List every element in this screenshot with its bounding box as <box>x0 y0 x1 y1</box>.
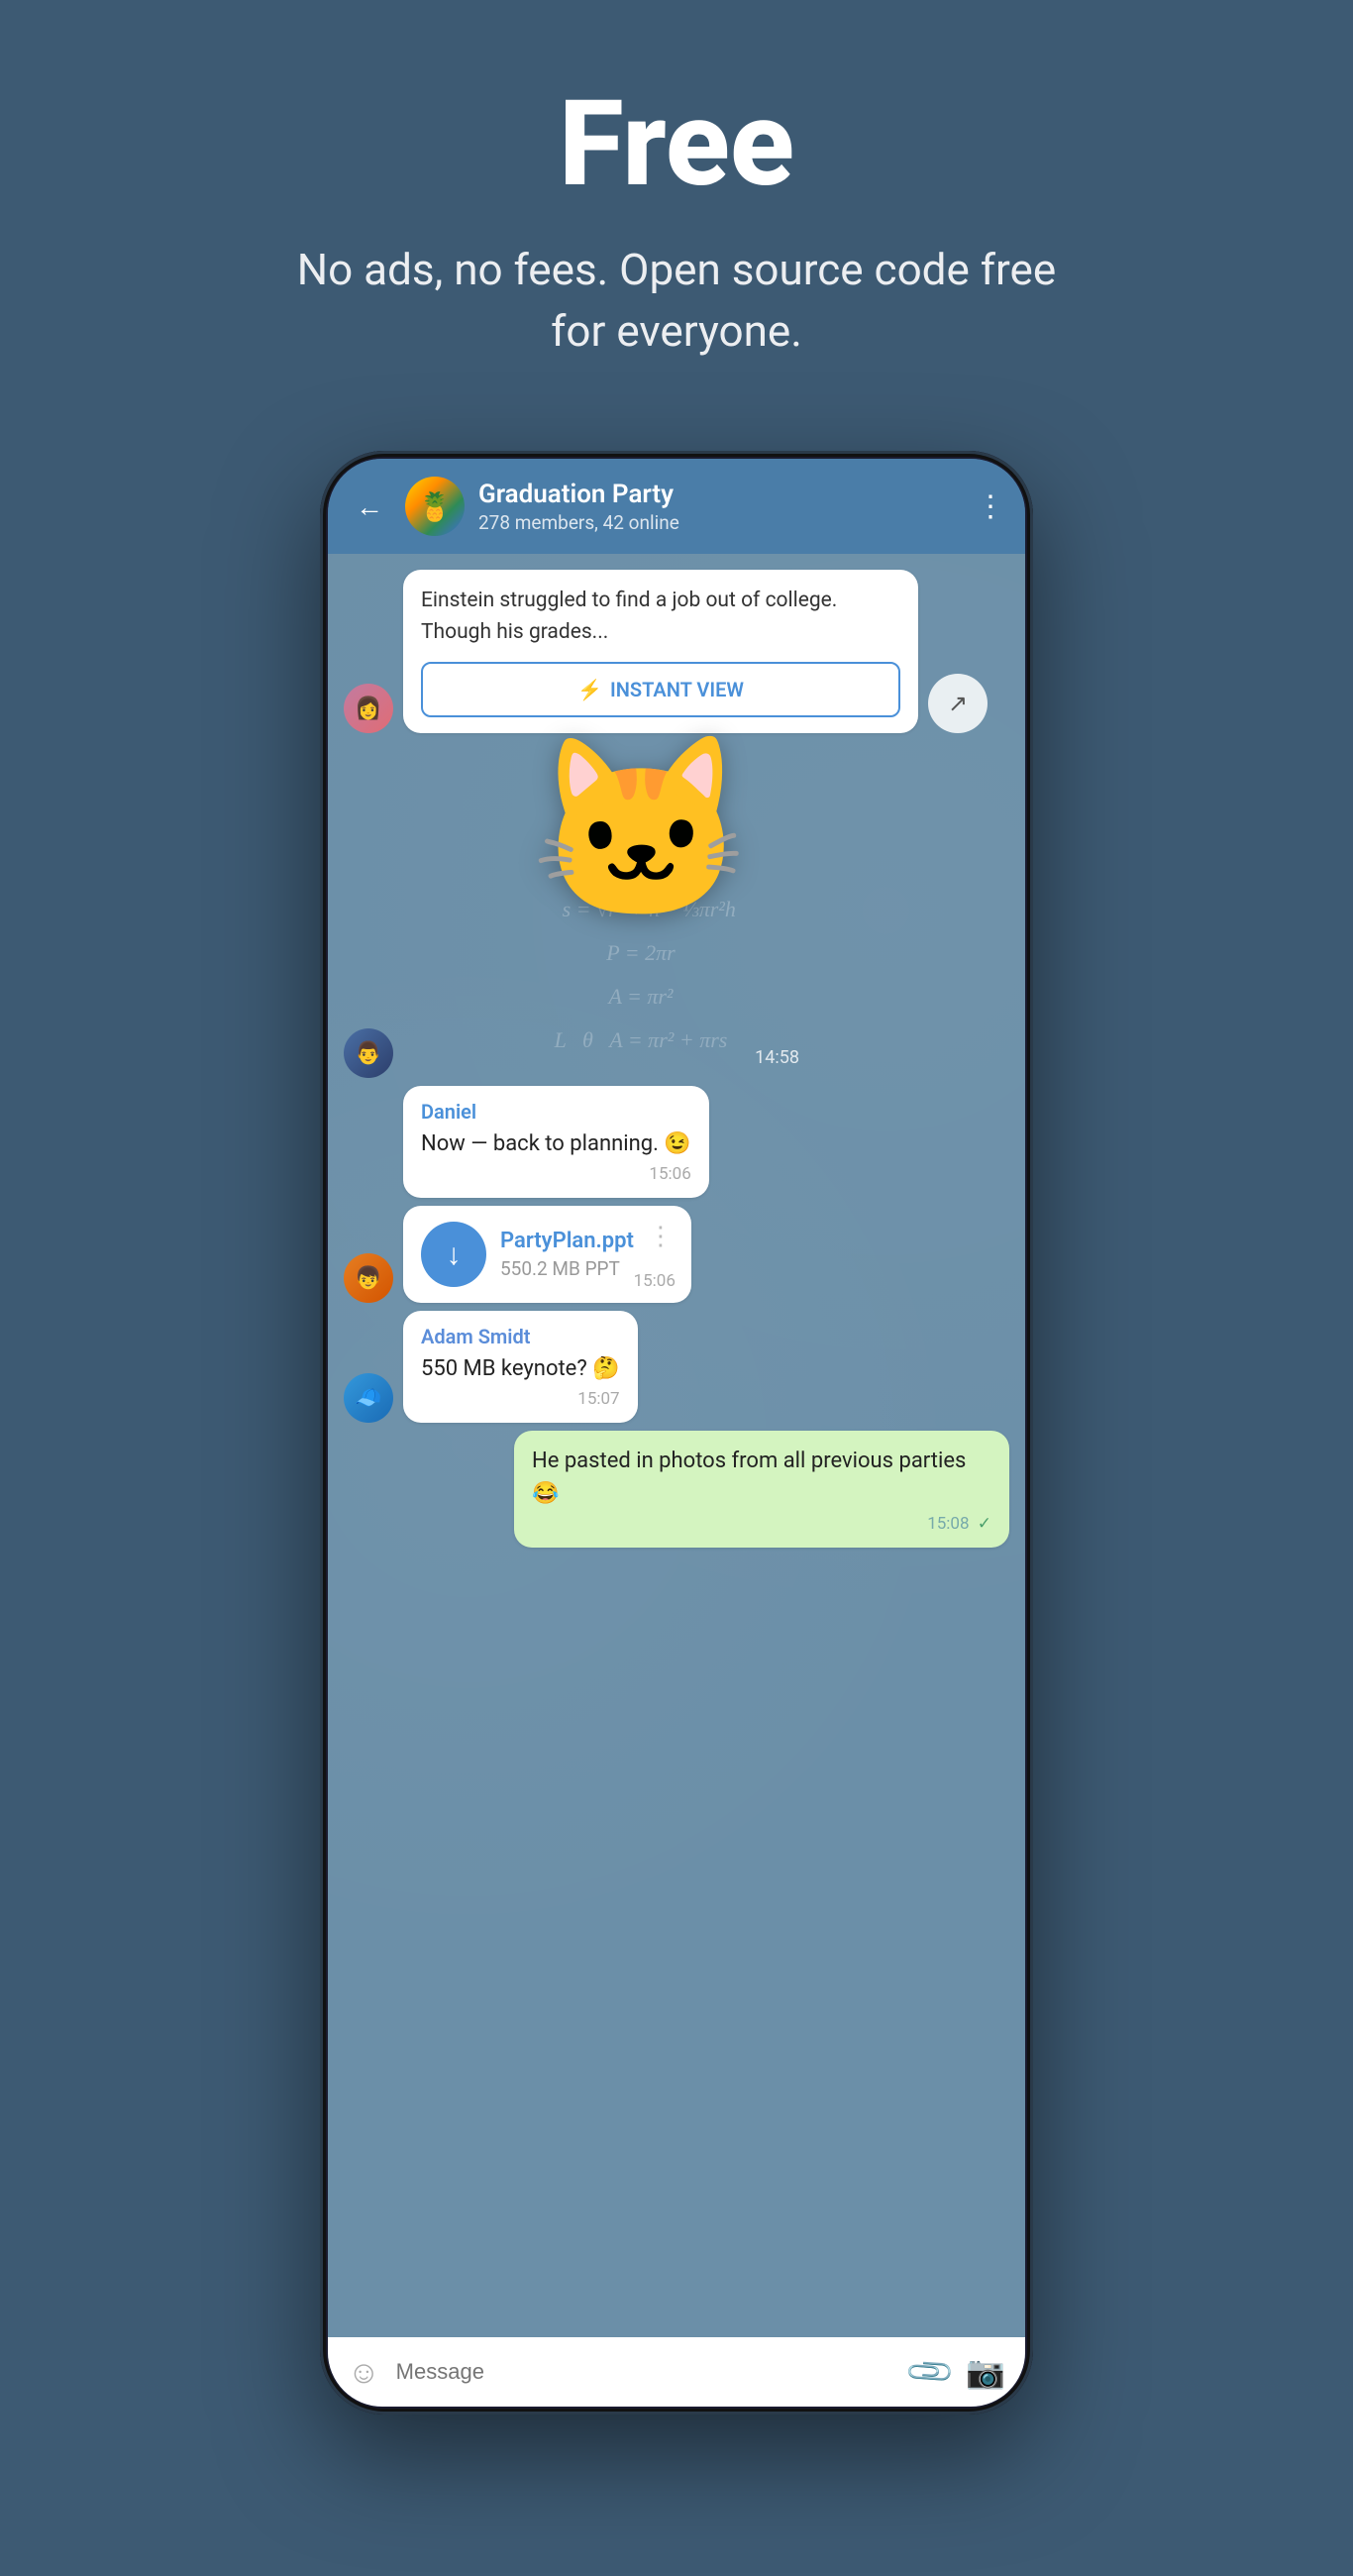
daniel-time: 15:06 <box>421 1164 691 1184</box>
back-button[interactable]: ← <box>348 486 391 527</box>
outgoing-bubble: He pasted in photos from all previous pa… <box>514 1431 1009 1548</box>
group-name: Graduation Party <box>478 480 962 509</box>
emoji-button[interactable]: ☺ <box>348 2353 380 2391</box>
outgoing-message-row: He pasted in photos from all previous pa… <box>344 1431 1009 1548</box>
cat-sticker: 🐱 <box>463 741 819 919</box>
daniel-bubble: Daniel Now — back to planning. 😉 15:06 <box>403 1086 709 1198</box>
hero-section: Free No ads, no fees. Open source code f… <box>251 0 1102 421</box>
camera-button[interactable]: 📷 <box>966 2353 1005 2391</box>
adam-message-row: 🧢 Adam Smidt 550 MB keynote? 🤔 15:07 <box>344 1311 1009 1423</box>
chat-header: ← 🍍 Graduation Party 278 members, 42 onl… <box>328 459 1025 554</box>
instant-view-label: INSTANT VIEW <box>610 678 744 701</box>
phone-wrapper: ← 🍍 Graduation Party 278 members, 42 onl… <box>320 451 1033 2415</box>
file-menu-button[interactable]: ⋮ <box>648 1222 674 1251</box>
avatar-guy1: 👨 <box>344 1028 393 1078</box>
file-info: PartyPlan.ppt 550.2 MB PPT <box>500 1229 634 1280</box>
adam-time: 15:07 <box>421 1389 620 1409</box>
chat-input-bar: ☺ 📎 📷 <box>328 2337 1025 2407</box>
chat-menu-button[interactable]: ⋮ <box>976 489 1005 524</box>
instant-view-button[interactable]: ⚡ INSTANT VIEW <box>421 662 900 717</box>
file-bubble: ↓ PartyPlan.ppt 550.2 MB PPT ⋮ 15:06 <box>403 1206 691 1303</box>
share-button[interactable]: ↗ <box>928 674 988 733</box>
daniel-message-row: Daniel Now — back to planning. 😉 15:06 <box>344 1086 1009 1198</box>
instant-view-row: 👩 Einstein struggled to find a job out o… <box>344 570 1009 733</box>
share-icon: ↗ <box>948 690 968 717</box>
file-name: PartyPlan.ppt <box>500 1229 634 1253</box>
daniel-sender: Daniel <box>421 1100 691 1124</box>
file-size: 550.2 MB PPT <box>500 1257 634 1280</box>
sticker-time: 14:58 <box>755 1047 799 1068</box>
outgoing-time: 15:08 ✓ <box>532 1514 991 1534</box>
download-icon: ↓ <box>447 1237 462 1272</box>
phone-screen: ← 🍍 Graduation Party 278 members, 42 onl… <box>328 459 1025 2407</box>
avatar-guy2: 👦 <box>344 1253 393 1303</box>
sticker-row: 👨 t = πr² A = ½ θ V = l³ s = √r² + h² ⅓π… <box>344 741 1009 1078</box>
file-message-row: 👦 ↓ PartyPlan.ppt 550.2 MB PPT ⋮ 15:06 <box>344 1206 1009 1303</box>
attach-button[interactable]: 📎 <box>903 2345 958 2400</box>
adam-bubble: Adam Smidt 550 MB keynote? 🤔 15:07 <box>403 1311 638 1423</box>
daniel-text: Now — back to planning. 😉 <box>421 1127 691 1160</box>
message-input[interactable] <box>396 2359 895 2385</box>
adam-sender: Adam Smidt <box>421 1325 620 1348</box>
avatar-girl: 👩 <box>344 684 393 733</box>
phone-frame: ← 🍍 Graduation Party 278 members, 42 onl… <box>320 451 1033 2415</box>
outgoing-text: He pasted in photos from all previous pa… <box>532 1445 991 1510</box>
instant-view-icon: ⚡ <box>577 678 602 701</box>
chat-header-info: Graduation Party 278 members, 42 online <box>478 480 962 534</box>
avatar-guy3: 🧢 <box>344 1373 393 1423</box>
adam-text: 550 MB keynote? 🤔 <box>421 1352 620 1385</box>
chat-body: 👩 Einstein struggled to find a job out o… <box>328 554 1025 2337</box>
hero-subtitle: No ads, no fees. Open source code free f… <box>290 240 1063 362</box>
group-status: 278 members, 42 online <box>478 511 962 534</box>
instant-view-card: Einstein struggled to find a job out of … <box>403 570 918 733</box>
group-avatar: 🍍 <box>405 477 465 536</box>
file-time: 15:06 <box>634 1271 676 1291</box>
group-avatar-emoji: 🍍 <box>418 490 453 523</box>
file-download-button[interactable]: ↓ <box>421 1222 486 1287</box>
iv-text: Einstein struggled to find a job out of … <box>421 586 900 648</box>
hero-title: Free <box>290 79 1063 210</box>
sticker-container: t = πr² A = ½ θ V = l³ s = √r² + h² ⅓πr²… <box>463 741 819 1078</box>
message-check: ✓ <box>978 1514 991 1534</box>
